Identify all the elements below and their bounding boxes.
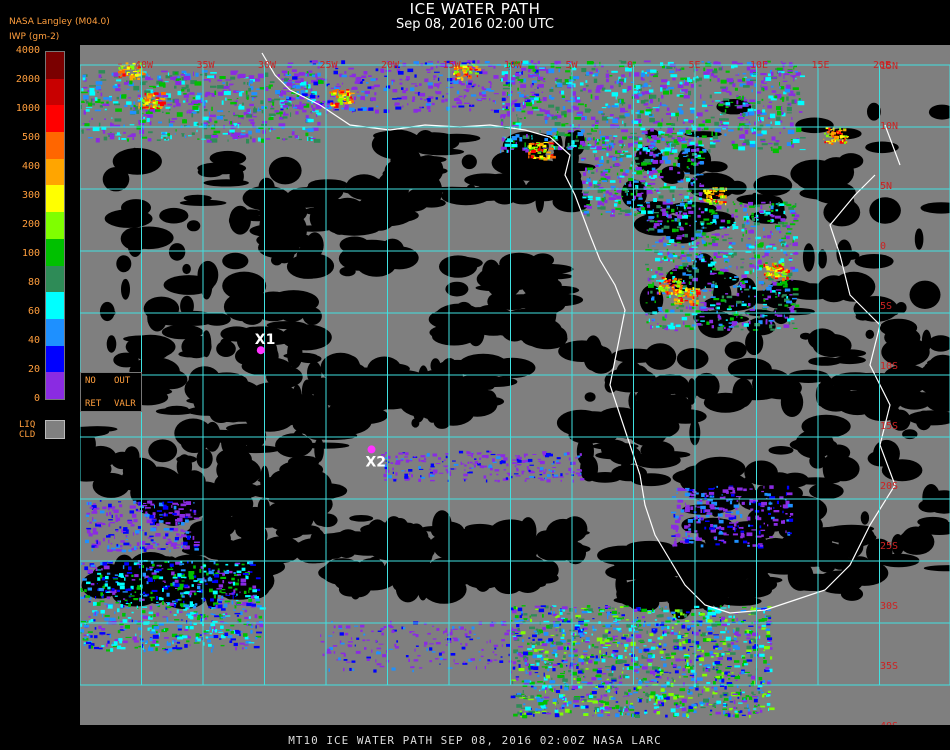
marker-x2-dot [367, 445, 376, 454]
longitude-label: 20W [381, 60, 400, 71]
liquid-label-line2: CLD [19, 430, 36, 440]
liquid-cloud-label: LIQ CLD [19, 420, 35, 440]
latitude-label: 10N [880, 121, 898, 132]
latitude-label: 30S [880, 601, 898, 612]
legend-tick-label: 80 [27, 277, 40, 288]
legend-tick-label: 0 [33, 393, 40, 404]
legend-tick-label: 40 [27, 335, 40, 346]
image-timestamp: Sep 08, 2016 02:00 UTC [395, 17, 555, 32]
legend-swatch-500 [46, 132, 64, 159]
legend-swatch-4000 [46, 52, 64, 79]
legend-swatch-40 [46, 318, 64, 346]
legend-tick-label: 200 [21, 219, 40, 230]
longitude-label: 5W [566, 60, 579, 71]
satellite-map: 40W 35W 30W 25W 20W 15W 10W 5W 0 5E 10E 15E 20E15N10… [80, 45, 950, 725]
legend-swatch-60 [46, 292, 64, 319]
longitude-label: 35W [197, 60, 216, 71]
color-legend-bar [45, 51, 65, 400]
legend-tick-label: 20 [27, 364, 40, 375]
latitude-label: 15S [880, 421, 898, 432]
longitude-label: 10E [750, 60, 768, 71]
nodata-out-label: OUT [114, 376, 131, 386]
legend-swatch-20 [46, 345, 64, 373]
legend-tick-label: 400 [21, 161, 40, 172]
latitude-label: 5N [880, 181, 892, 192]
marker-x1-label: X1 [255, 332, 276, 348]
legend-swatch-100 [46, 238, 64, 266]
legend-swatch-200 [46, 212, 64, 239]
units-label: IWP (gm-2) [9, 32, 60, 42]
legend-swatch-400 [46, 158, 64, 186]
marker-x2-label: X2 [366, 454, 387, 470]
liquid-label-line1: LIQ [19, 420, 36, 430]
legend-tick-label: 500 [21, 132, 40, 143]
latitude-label: 15N [880, 61, 898, 72]
footer-caption: MT10 ICE WATER PATH SEP 08, 2016 02:00Z … [288, 734, 662, 747]
longitude-label: 0 [627, 60, 633, 71]
longitude-label: 30W [258, 60, 277, 71]
latitude-label: 35S [880, 661, 898, 672]
latitude-label: 20S [880, 481, 898, 492]
legend-tick-label: 2000 [15, 74, 40, 85]
latitude-label: 0 [880, 241, 886, 252]
legend-tick-label: 4000 [15, 45, 40, 56]
longitude-label: 25W [320, 60, 339, 71]
no-retrieval-legend-box: NO OUT RET VALR [80, 372, 142, 412]
longitude-label: 10W [504, 60, 523, 71]
latitude-label: 5S [880, 301, 892, 312]
liquid-cloud-swatch [45, 420, 65, 439]
longitude-label: 5E [689, 60, 701, 71]
nodata-no-label: NO [85, 376, 96, 386]
longitude-label: 40W [135, 60, 154, 71]
legend-tick-label: 1000 [15, 103, 40, 114]
legend-swatch-80 [46, 265, 64, 293]
latitude-label: 25S [880, 541, 898, 552]
legend-tick-label: 60 [27, 306, 40, 317]
legend-swatch-2000 [46, 78, 64, 106]
legend-tick-label: 300 [21, 190, 40, 201]
legend-swatch-0 [46, 372, 64, 399]
legend-swatch-300 [46, 185, 64, 213]
latitude-label: 10S [880, 361, 898, 372]
agency-label: NASA Langley (M04.0) [9, 17, 110, 27]
nodata-valr-label: VALR [114, 399, 136, 409]
longitude-label: 15E [812, 60, 830, 71]
latitude-label: 40S [880, 721, 898, 725]
image-title: ICE WATER PATH [409, 0, 541, 18]
longitude-label: 15W [443, 60, 462, 71]
legend-swatch-1000 [46, 105, 64, 133]
legend-tick-label: 100 [21, 248, 40, 259]
nodata-ret-label: RET [85, 399, 102, 409]
